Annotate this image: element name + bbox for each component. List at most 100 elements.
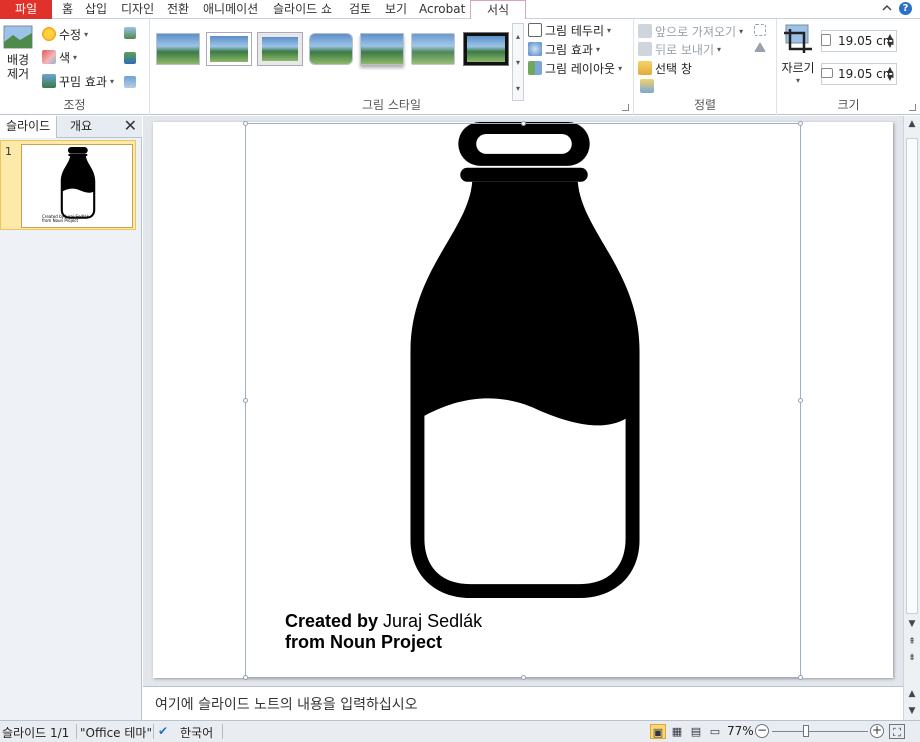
resize-handle-right[interactable]	[798, 398, 803, 403]
rotate-icon[interactable]	[754, 42, 766, 52]
align-icon[interactable]	[640, 79, 654, 93]
gallery-down-icon[interactable]: ▾	[513, 50, 523, 76]
picture-style-5[interactable]	[360, 33, 404, 65]
bring-forward-button[interactable]: 앞으로 가져오기 ▾	[638, 22, 743, 40]
tab-acrobat[interactable]: Acrobat	[414, 0, 470, 19]
minimize-ribbon-icon[interactable]	[882, 3, 892, 13]
crop-button[interactable]: 자르기 ▾	[779, 23, 817, 89]
slide-thumbnail-item[interactable]: 1 Created by Juraj Sedlák from Noun Proje…	[0, 140, 136, 230]
tab-home[interactable]: 홈	[57, 0, 78, 19]
reading-view-icon[interactable]: ▤	[688, 724, 704, 739]
scroll-down-icon[interactable]: ▼	[904, 616, 920, 632]
tab-outline[interactable]: 개요	[64, 116, 98, 138]
attribution-text: Created by Juraj Sedlák from Noun Projec…	[285, 611, 482, 653]
resize-handle-bottom-right[interactable]	[798, 675, 803, 680]
slide-position: 슬라이드 1/1	[2, 726, 70, 740]
picture-style-1[interactable]	[156, 33, 200, 65]
corrections-label: 수정	[59, 27, 82, 42]
help-icon[interactable]: ?	[899, 2, 912, 15]
previous-slide-icon[interactable]: ⇞	[904, 634, 920, 650]
resize-handle-top[interactable]	[521, 121, 526, 126]
notes-scroll-down-icon[interactable]: ▼	[904, 703, 920, 719]
slide-thumbnail[interactable]: Created by Juraj Sedlák from Noun Project	[21, 144, 133, 228]
tab-design[interactable]: 디자인	[116, 0, 159, 19]
height-field[interactable]: 19.05 cm ▲ ▼	[821, 30, 897, 52]
group-objects-icon[interactable]	[754, 24, 766, 36]
change-picture-icon[interactable]	[124, 52, 136, 64]
next-slide-icon[interactable]: ⇟	[904, 650, 920, 666]
notes-pane[interactable]: 여기에 슬라이드 노트의 내용을 입력하십시오	[143, 686, 903, 720]
reset-picture-icon[interactable]	[124, 76, 136, 88]
picture-effects-button[interactable]: 그림 효과 ▾	[528, 40, 600, 58]
tab-slideshow[interactable]: 슬라이드 쇼	[268, 0, 337, 19]
picture-style-6[interactable]	[411, 33, 455, 65]
remove-background-label-1: 배경	[6, 53, 30, 67]
height-spinner-icon[interactable]: ▲ ▼	[887, 33, 893, 49]
tab-view[interactable]: 보기	[380, 0, 412, 19]
gallery-up-icon[interactable]: ▴	[513, 24, 523, 50]
theme-name[interactable]: "Office 테마"	[80, 724, 152, 741]
selection-pane-button[interactable]: 선택 창	[638, 59, 692, 77]
fit-to-window-icon[interactable]: ⛶	[889, 724, 905, 739]
picture-style-4[interactable]	[309, 33, 353, 65]
layout-icon	[528, 61, 542, 75]
send-backward-label: 뒤로 보내기	[655, 42, 715, 57]
resize-handle-left[interactable]	[243, 398, 248, 403]
resize-handle-bottom[interactable]	[521, 675, 526, 680]
picture-border-button[interactable]: 그림 테두리 ▾	[528, 21, 611, 39]
tab-animations[interactable]: 애니메이션	[198, 0, 263, 19]
slides-panel: 슬라이드 개요 ✕ 1 Created by Juraj Sedlák from …	[0, 116, 142, 720]
crop-dropdown-icon[interactable]: ▾	[779, 76, 817, 85]
slideshow-icon[interactable]: ▭	[707, 724, 723, 739]
zoom-slider-thumb[interactable]	[803, 725, 809, 737]
compress-pictures-icon[interactable]	[124, 27, 136, 39]
close-panel-icon[interactable]: ✕	[124, 118, 137, 134]
effects-icon	[528, 42, 542, 56]
scroll-up-icon[interactable]: ▲	[904, 116, 920, 132]
corrections-button[interactable]: 수정 ▾	[42, 25, 88, 43]
height-icon	[821, 34, 831, 46]
picture-style-2[interactable]	[206, 32, 252, 66]
status-divider	[222, 724, 223, 739]
picture-selection-box[interactable]	[243, 121, 803, 680]
tab-insert[interactable]: 삽입	[80, 0, 112, 19]
thumbnail-credit-text: Created by Juraj Sedlák from Noun Project	[42, 214, 89, 223]
picture-style-3[interactable]	[257, 32, 303, 66]
thumbnail-bottle-graphic	[60, 147, 96, 219]
slide-number: 1	[5, 145, 12, 158]
zoom-level[interactable]: 77%	[727, 724, 754, 738]
resize-handle-top-right[interactable]	[798, 121, 803, 126]
picture-layout-button[interactable]: 그림 레이아웃 ▾	[528, 59, 622, 77]
zoom-out-icon[interactable]: −	[755, 724, 769, 738]
language[interactable]: 한국어	[180, 724, 213, 741]
tab-format[interactable]: 서식	[470, 0, 526, 20]
picture-style-7-selected[interactable]	[463, 32, 509, 66]
slide-sorter-icon[interactable]: ▦	[669, 724, 685, 739]
tab-review[interactable]: 검토	[344, 0, 376, 19]
tab-transitions[interactable]: 전환	[162, 0, 194, 19]
resize-handle-top-left[interactable]	[243, 121, 248, 126]
group-picture-styles: ▴ ▾ ▾ 그림 테두리 ▾ 그림 효과 ▾ 그림 레이아웃 ▾ 그림 스타일	[150, 19, 634, 115]
size-launcher-icon[interactable]	[909, 104, 916, 111]
spell-check-icon[interactable]: ✔	[158, 724, 168, 738]
remove-background-button[interactable]: 배경 제거	[2, 25, 34, 91]
style-gallery-scroll[interactable]: ▴ ▾ ▾	[512, 23, 524, 101]
width-spinner-icon[interactable]: ▲ ▼	[887, 66, 893, 82]
color-button[interactable]: 색 ▾	[42, 48, 77, 66]
send-backward-button[interactable]: 뒤로 보내기 ▾	[638, 40, 721, 58]
vertical-scrollbar[interactable]: ▲ ▼ ⇞ ⇟	[903, 116, 920, 686]
zoom-in-icon[interactable]: +	[870, 724, 884, 738]
notes-placeholder[interactable]: 여기에 슬라이드 노트의 내용을 입력하십시오	[155, 694, 418, 714]
ribbon: 배경 제거 수정 ▾ 색 ▾ 꾸밈 효과 ▾ 조정 ▴ ▾ ▾ 그림 테두리 ▾…	[0, 19, 920, 115]
notes-scroll-up-icon[interactable]: ▲	[904, 686, 920, 702]
picture-styles-launcher-icon[interactable]	[622, 104, 629, 111]
notes-scrollbar[interactable]: ▲ ▼	[903, 686, 920, 720]
resize-handle-bottom-left[interactable]	[243, 675, 248, 680]
artistic-effects-button[interactable]: 꾸밈 효과 ▾	[42, 72, 114, 90]
tab-slides[interactable]: 슬라이드	[0, 116, 58, 138]
normal-view-icon[interactable]: ▣	[650, 724, 666, 739]
scroll-thumb[interactable]	[906, 138, 918, 614]
tab-file[interactable]: 파일	[0, 0, 52, 19]
zoom-slider[interactable]	[772, 731, 868, 732]
slide-canvas[interactable]: Created by Juraj Sedlák from Noun Projec…	[153, 121, 893, 680]
